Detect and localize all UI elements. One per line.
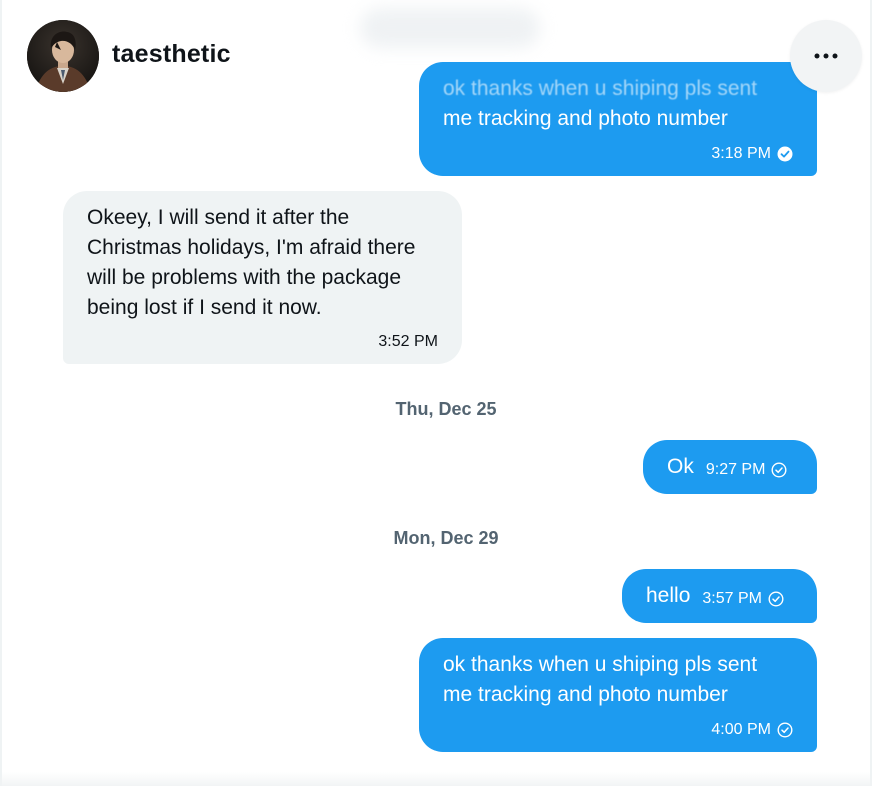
- message-time: 3:57 PM: [702, 590, 762, 607]
- message-meta: 3:57 PM: [702, 589, 784, 609]
- sent-check-icon: [777, 722, 793, 738]
- date-separator: Mon, Dec 29: [393, 528, 499, 548]
- message-text: Okeey, I will send it after the Christma…: [87, 206, 416, 319]
- message-bubble-outgoing[interactable]: ok thanks when u shiping pls sent me tra…: [419, 62, 817, 176]
- message-text-line: me tracking and photo number: [443, 107, 728, 130]
- avatar-photo-icon: [27, 20, 99, 92]
- sent-check-icon: [768, 591, 784, 607]
- composer-edge: [0, 772, 872, 786]
- message-meta: 3:18 PM: [711, 144, 793, 164]
- read-check-icon: [777, 146, 793, 162]
- message-time: 3:18 PM: [711, 145, 771, 162]
- date-separator: Thu, Dec 25: [395, 399, 497, 419]
- more-options-button[interactable]: [790, 20, 862, 92]
- dm-conversation-page: taesthetic ok thanks when u shiping pls …: [0, 0, 872, 786]
- message-text: hello: [646, 584, 691, 607]
- message-bubble-outgoing[interactable]: Ok 9:27 PM: [643, 440, 817, 494]
- message-meta: 4:00 PM: [711, 720, 793, 740]
- message-time: 9:27 PM: [705, 461, 766, 478]
- message-time: 4:00 PM: [711, 721, 771, 738]
- message-meta: 3:52 PM: [378, 332, 438, 352]
- scroll-fade: [360, 8, 540, 48]
- message-text-line: ok thanks when u shiping pls sent: [443, 653, 758, 676]
- more-icon: [814, 53, 838, 59]
- sent-check-icon: [771, 462, 787, 478]
- message-bubble-outgoing[interactable]: ok thanks when u shiping pls sent me tra…: [419, 638, 817, 752]
- message-text: Ok: [667, 455, 694, 478]
- left-divider: [0, 0, 2, 786]
- avatar[interactable]: [27, 20, 99, 92]
- message-text-line: me tracking and photo number: [443, 683, 728, 706]
- message-text-line: ok thanks when u shiping pls sent: [443, 77, 758, 100]
- message-time: 3:52 PM: [378, 333, 438, 350]
- conversation-username[interactable]: taesthetic: [112, 40, 231, 69]
- message-bubble-incoming[interactable]: Okeey, I will send it after the Christma…: [63, 191, 462, 364]
- message-bubble-outgoing[interactable]: hello 3:57 PM: [622, 569, 817, 623]
- message-meta: 9:27 PM: [706, 460, 788, 480]
